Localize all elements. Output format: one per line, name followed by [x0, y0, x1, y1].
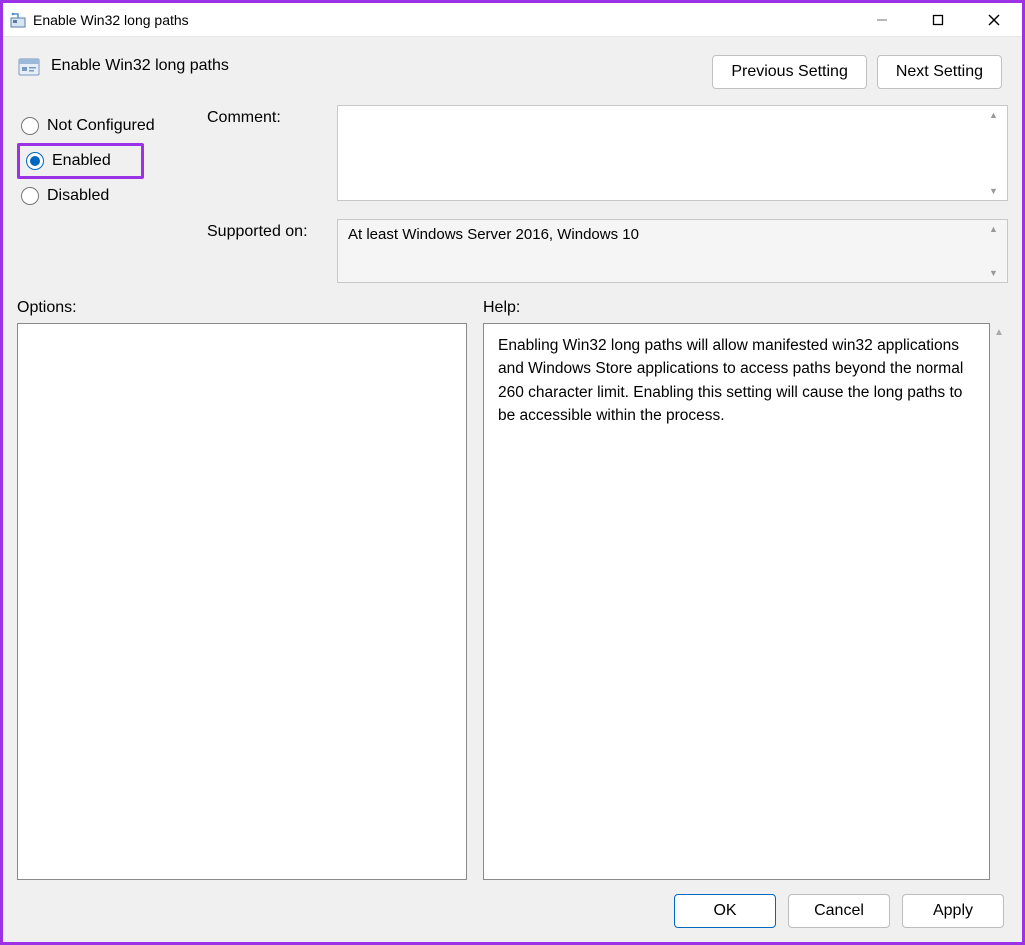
radio-circle-icon	[21, 117, 39, 135]
titlebar: Enable Win32 long paths	[3, 3, 1022, 37]
help-panel: Enabling Win32 long paths will allow man…	[483, 323, 990, 880]
policy-icon	[17, 55, 41, 79]
radio-label: Disabled	[47, 187, 109, 205]
radio-circle-icon	[21, 187, 39, 205]
ok-button[interactable]: OK	[674, 894, 776, 928]
arrow-up-icon: ▲	[989, 110, 1003, 120]
policy-header: Enable Win32 long paths Previous Setting…	[13, 47, 1012, 105]
help-panel-wrap: Enabling Win32 long paths will allow man…	[483, 323, 1008, 880]
next-setting-button[interactable]: Next Setting	[877, 55, 1002, 89]
panels-row: Enabling Win32 long paths will allow man…	[13, 323, 1012, 880]
window-frame: Enable Win32 long paths	[0, 0, 1025, 945]
enabled-highlight: Enabled	[17, 143, 144, 179]
arrow-down-icon: ▼	[989, 186, 1003, 196]
apply-button[interactable]: Apply	[902, 894, 1004, 928]
supported-on-label: Supported on:	[207, 219, 327, 241]
config-row-supported: Supported on: At least Windows Server 20…	[13, 219, 1012, 283]
radio-label: Not Configured	[47, 117, 155, 135]
policy-title: Enable Win32 long paths	[51, 55, 229, 75]
supported-on-textbox: At least Windows Server 2016, Windows 10…	[337, 219, 1008, 283]
arrow-down-icon: ▼	[989, 268, 1003, 278]
window-controls	[854, 3, 1022, 36]
radio-dot-icon	[30, 156, 40, 166]
help-label: Help:	[483, 299, 520, 317]
comment-textbox[interactable]: ▲ ▼	[337, 105, 1008, 201]
radio-circle-icon	[26, 152, 44, 170]
radio-not-configured[interactable]: Not Configured	[17, 109, 197, 143]
window-title: Enable Win32 long paths	[33, 12, 189, 28]
content-area: Enable Win32 long paths Previous Setting…	[3, 37, 1022, 942]
cancel-button[interactable]: Cancel	[788, 894, 890, 928]
maximize-button[interactable]	[910, 3, 966, 36]
previous-setting-button[interactable]: Previous Setting	[712, 55, 867, 89]
options-label: Options:	[17, 299, 467, 317]
comment-scroll-icons: ▲ ▼	[989, 110, 1003, 196]
app-icon	[9, 11, 27, 29]
dialog-footer: OK Cancel Apply	[13, 880, 1012, 932]
options-panel	[17, 323, 467, 880]
help-scrollbar[interactable]: ▲	[990, 323, 1008, 880]
supported-scroll-icons: ▲ ▼	[989, 224, 1003, 278]
arrow-up-icon: ▲	[994, 327, 1004, 338]
radio-enabled[interactable]: Enabled	[22, 150, 115, 172]
radio-label: Enabled	[52, 152, 111, 170]
close-button[interactable]	[966, 3, 1022, 36]
config-row-comment: Not Configured Enabled Disabled Comment:	[13, 105, 1012, 213]
help-text: Enabling Win32 long paths will allow man…	[498, 337, 963, 424]
arrow-up-icon: ▲	[989, 224, 1003, 234]
radio-disabled[interactable]: Disabled	[17, 179, 197, 213]
supported-on-value: At least Windows Server 2016, Windows 10	[348, 226, 639, 243]
minimize-button[interactable]	[854, 3, 910, 36]
comment-label: Comment:	[207, 105, 327, 127]
state-radio-group: Not Configured Enabled Disabled	[17, 105, 197, 213]
panels-labels: Options: Help:	[13, 283, 1012, 323]
